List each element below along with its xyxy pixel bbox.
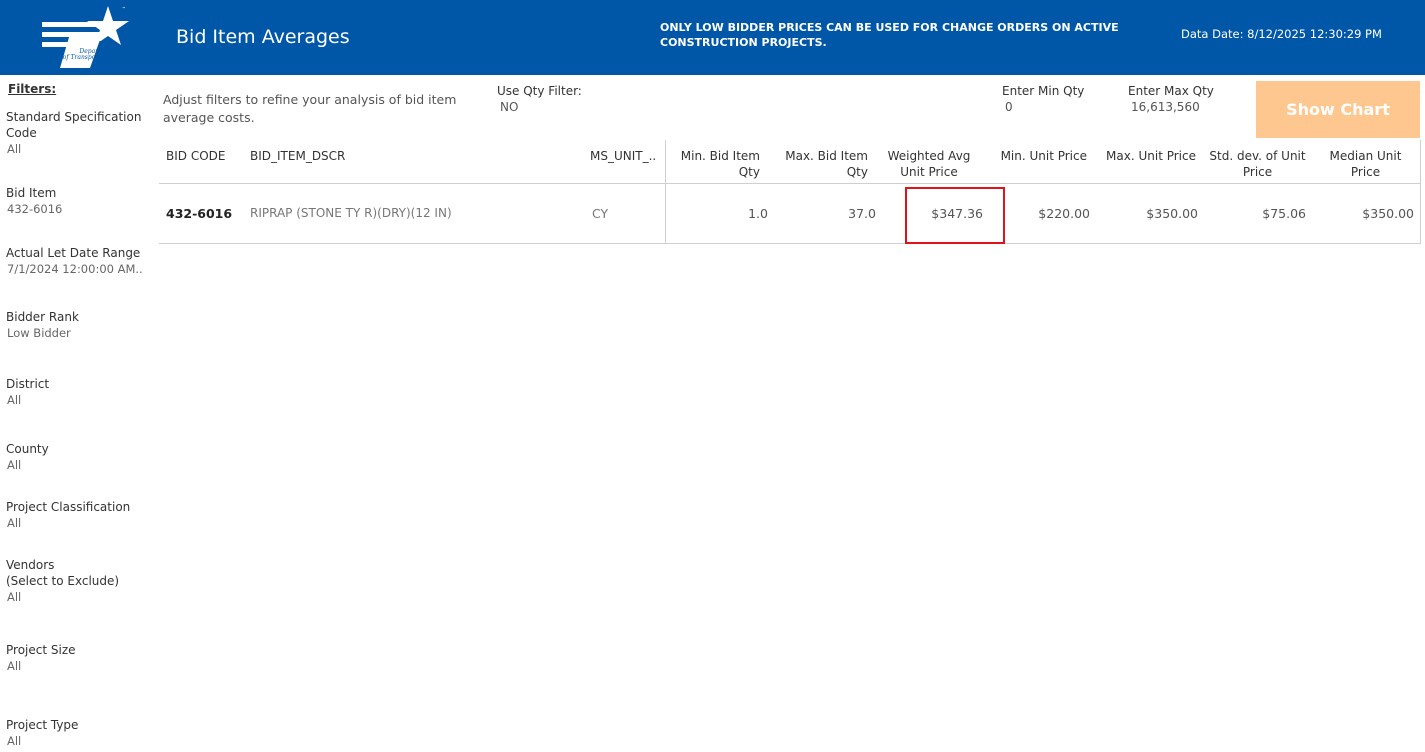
filter-value[interactable]: All [6, 457, 152, 473]
filter-label: Project Type [6, 718, 79, 732]
data-date: Data Date: 8/12/2025 12:30:29 PM [1181, 27, 1382, 41]
intro-text: Adjust filters to refine your analysis o… [163, 92, 457, 125]
filter-value[interactable]: All [6, 589, 152, 605]
qty-filter-label: Use Qty Filter: [497, 84, 582, 98]
min-qty-input[interactable]: 0 [1002, 99, 1084, 115]
svg-text:™: ™ [122, 6, 126, 11]
column-header-min-unit-price[interactable]: Min. Unit Price [984, 148, 1087, 164]
filter-district[interactable]: District All [6, 376, 152, 408]
filter-bid-item[interactable]: Bid Item 432-6016 [6, 185, 152, 217]
filter-value[interactable]: All [6, 141, 152, 157]
qty-filter-value[interactable]: NO [497, 99, 582, 115]
cell-min-bid-item-qty[interactable]: 1.0 [690, 206, 768, 221]
row-divider [159, 243, 1421, 244]
filter-label: Actual Let Date Range [6, 246, 141, 260]
column-divider [665, 140, 666, 244]
cell-std-dev-unit-price[interactable]: $75.06 [1228, 206, 1306, 221]
filter-project-classification[interactable]: Project Classification All [6, 499, 152, 531]
filter-project-type[interactable]: Project Type All [6, 717, 152, 749]
column-header-std-dev-unit-price[interactable]: Std. dev. of Unit Price [1200, 148, 1315, 180]
column-header-max-unit-price[interactable]: Max. Unit Price [1094, 148, 1196, 164]
min-qty-control[interactable]: Enter Min Qty 0 [1002, 83, 1084, 115]
filter-vendors[interactable]: Vendors (Select to Exclude) All [6, 557, 152, 605]
filter-value[interactable]: 432-6016 [6, 201, 152, 217]
cell-max-bid-item-qty[interactable]: 37.0 [798, 206, 876, 221]
max-qty-input[interactable]: 16,613,560 [1128, 99, 1214, 115]
filter-label: Project Size [6, 643, 76, 657]
filter-county[interactable]: County All [6, 441, 152, 473]
filter-label: District [6, 377, 50, 391]
show-chart-button[interactable]: Show Chart [1256, 81, 1420, 138]
qty-filter-control[interactable]: Use Qty Filter: NO [497, 83, 582, 115]
low-bidder-warning: ONLY LOW BIDDER PRICES CAN BE USED FOR C… [660, 21, 1119, 49]
filter-value[interactable]: All [6, 392, 152, 408]
filter-value[interactable]: 7/1/2024 12:00:00 AM.. [6, 261, 152, 277]
max-qty-label: Enter Max Qty [1128, 84, 1214, 98]
column-header-bid-item-dscr[interactable]: BID_ITEM_DSCR [250, 148, 345, 164]
column-header-bid-code[interactable]: BID CODE [166, 148, 225, 164]
column-header-median-unit-price[interactable]: Median Unit Price [1318, 148, 1413, 180]
filter-actual-let-date-range[interactable]: Actual Let Date Range 7/1/2024 12:00:00 … [6, 245, 152, 277]
header-divider [159, 183, 1421, 184]
max-qty-control[interactable]: Enter Max Qty 16,613,560 [1128, 83, 1214, 115]
filter-label: Bid Item [6, 186, 57, 200]
column-header-min-bid-item-qty[interactable]: Min. Bid Item Qty [670, 148, 760, 180]
page-title: Bid Item Averages [176, 26, 350, 48]
logo-text: Texas Department of Transportation [62, 41, 116, 61]
min-qty-label: Enter Min Qty [1002, 84, 1085, 98]
filter-label: Standard Specification Code [6, 110, 142, 140]
filter-label: Vendors (Select to Exclude) [6, 558, 120, 588]
column-header-weighted-avg-unit-price[interactable]: Weighted Avg Unit Price [884, 148, 974, 180]
cell-median-unit-price[interactable]: $350.00 [1336, 206, 1414, 221]
filter-label: Project Classification [6, 500, 131, 514]
header-bar: ™ Texas Department of Transportation Bid… [0, 0, 1425, 75]
cell-ms-unit[interactable]: CY [592, 206, 608, 221]
table-right-border [1420, 140, 1421, 244]
filters-sidebar: Filters: Standard Specification Code All… [0, 75, 155, 752]
filters-heading: Filters: [8, 82, 57, 96]
cell-bid-code[interactable]: 432-6016 [166, 206, 232, 221]
filter-standard-specification-code[interactable]: Standard Specification Code All [6, 109, 152, 157]
filter-value[interactable]: All [6, 733, 152, 749]
column-header-ms-unit[interactable]: MS_UNIT_.. [590, 148, 662, 164]
cell-min-unit-price[interactable]: $220.00 [1012, 206, 1090, 221]
weighted-avg-highlight-box [905, 187, 1005, 244]
filter-label: County [6, 442, 49, 456]
filter-value[interactable]: All [6, 515, 152, 531]
filter-project-size[interactable]: Project Size All [6, 642, 152, 674]
cell-max-unit-price[interactable]: $350.00 [1120, 206, 1198, 221]
filter-value[interactable]: All [6, 658, 152, 674]
filter-label: Bidder Rank [6, 310, 79, 324]
filter-value[interactable]: Low Bidder [6, 325, 152, 341]
filter-bidder-rank[interactable]: Bidder Rank Low Bidder [6, 309, 152, 341]
cell-bid-item-dscr[interactable]: RIPRAP (STONE TY R)(DRY)(12 IN) [250, 206, 452, 220]
column-header-max-bid-item-qty[interactable]: Max. Bid Item Qty [778, 148, 868, 180]
